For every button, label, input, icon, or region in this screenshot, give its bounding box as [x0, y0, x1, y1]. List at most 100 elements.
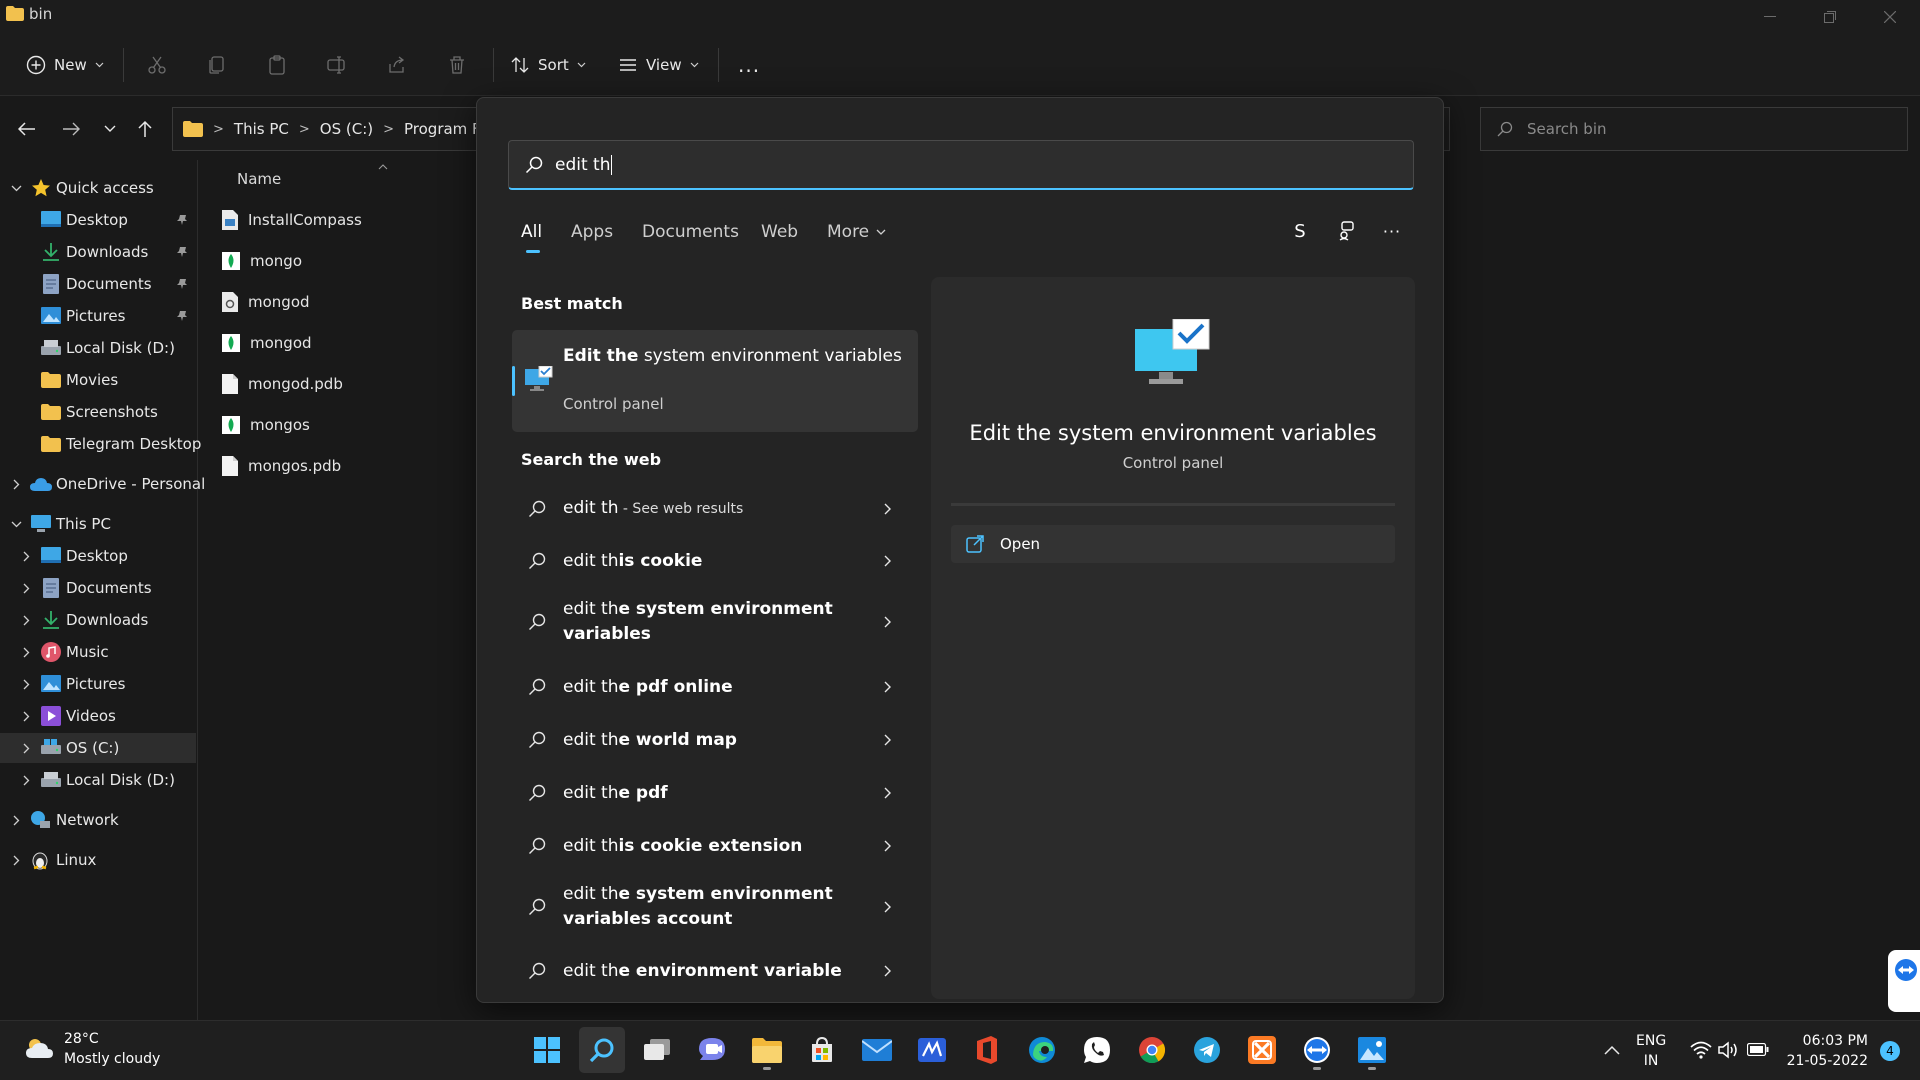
text-caret	[611, 154, 613, 175]
file-item-mongo[interactable]: mongo	[222, 246, 302, 276]
recent-locations-button[interactable]	[96, 115, 124, 143]
view-button[interactable]: View	[618, 48, 699, 82]
file-item-mongos-pdb[interactable]: mongos.pdb	[222, 451, 341, 481]
nav-linux[interactable]: Linux	[0, 845, 196, 875]
teamviewer-side-widget[interactable]	[1888, 950, 1920, 1012]
forward-button[interactable]	[57, 115, 85, 143]
file-item-installcompass[interactable]: InstallCompass	[222, 205, 362, 235]
mail-button[interactable]	[854, 1027, 900, 1073]
profile-button[interactable]: S	[1285, 216, 1315, 246]
task-view-button[interactable]	[634, 1027, 680, 1073]
nav-this-pc[interactable]: This PC	[0, 509, 196, 539]
nav-quick-local-disk-d[interactable]: Local Disk (D:)	[0, 333, 196, 363]
chrome-browser-button[interactable]	[1129, 1027, 1175, 1073]
minimize-button[interactable]	[1740, 0, 1800, 34]
whatsapp-button[interactable]	[1074, 1027, 1120, 1073]
nav-quick-access[interactable]: Quick access	[0, 173, 196, 203]
nav-pc-os-c[interactable]: OS (C:)	[0, 733, 196, 763]
breadcrumb-os-c[interactable]: OS (C:)	[320, 120, 373, 138]
web-suggestion[interactable]: edit the system environment variables	[512, 595, 918, 649]
nav-onedrive[interactable]: OneDrive - Personal	[0, 469, 205, 499]
web-suggestion[interactable]: edit the system environment variables ac…	[512, 880, 918, 934]
nav-pc-documents[interactable]: Documents	[0, 573, 196, 603]
web-suggestion[interactable]: edit this cookie extension	[512, 830, 918, 862]
nav-quick-pictures[interactable]: Pictures	[0, 301, 196, 331]
column-header-name[interactable]: Name	[237, 170, 281, 188]
file-item-mongos[interactable]: mongos	[222, 410, 310, 440]
nav-pc-local-disk-d[interactable]: Local Disk (D:)	[0, 765, 196, 795]
tab-apps[interactable]: Apps	[571, 222, 613, 242]
suggestion-text: edit the system environment variables ac…	[563, 882, 863, 932]
best-match-result[interactable]: Edit the system environment variables Co…	[512, 330, 918, 432]
nav-quick-telegram-desktop[interactable]: Telegram Desktop	[0, 429, 201, 459]
teamviewer-button[interactable]	[1294, 1027, 1340, 1073]
paste-icon[interactable]	[264, 52, 290, 78]
share-icon[interactable]	[384, 52, 410, 78]
file-item-mongod-pdb[interactable]: mongod.pdb	[222, 369, 343, 399]
edge-browser-button[interactable]	[1019, 1027, 1065, 1073]
notification-count-badge[interactable]: 4	[1880, 1041, 1900, 1061]
see-more-button[interactable]: ...	[738, 48, 760, 82]
tab-web[interactable]: Web	[761, 222, 798, 242]
tab-more[interactable]: More	[827, 222, 886, 242]
breadcrumb-this-pc[interactable]: This PC	[234, 120, 289, 138]
restore-button[interactable]	[1800, 0, 1860, 34]
window-title: bin	[29, 5, 53, 23]
nav-quick-desktop[interactable]: Desktop	[0, 205, 196, 235]
web-suggestion[interactable]: edit this cookie	[512, 545, 918, 577]
nav-quick-screenshots[interactable]: Screenshots	[0, 397, 196, 427]
sort-button[interactable]: Sort	[510, 48, 586, 82]
file-item-mongod[interactable]: mongod	[222, 328, 312, 358]
web-suggestion[interactable]: edit th - See web results	[512, 493, 918, 525]
connected-accounts-icon[interactable]	[1332, 216, 1362, 246]
file-explorer-button[interactable]	[744, 1027, 790, 1073]
clock[interactable]: 06:03 PM 21-05-2022	[1778, 1031, 1868, 1071]
nav-pc-videos[interactable]: Videos	[0, 701, 196, 731]
back-button[interactable]	[13, 115, 41, 143]
nav-pc-desktop[interactable]: Desktop	[0, 541, 196, 571]
input-language-indicator[interactable]: ENG IN	[1636, 1031, 1666, 1071]
nav-pc-music[interactable]: Music	[0, 637, 196, 667]
cut-icon[interactable]	[144, 52, 170, 78]
nav-quick-movies[interactable]: Movies	[0, 365, 196, 395]
tab-all[interactable]: All	[521, 222, 542, 242]
office-button[interactable]	[964, 1027, 1010, 1073]
tab-documents[interactable]: Documents	[642, 222, 739, 242]
battery-icon[interactable]	[1747, 1043, 1769, 1056]
copy-icon[interactable]	[204, 52, 230, 78]
web-suggestion[interactable]: edit the pdf	[512, 777, 918, 809]
volume-icon[interactable]	[1718, 1041, 1738, 1059]
nav-quick-downloads[interactable]: Downloads	[0, 237, 196, 267]
nav-network[interactable]: Network	[0, 805, 196, 835]
wifi-icon[interactable]	[1690, 1041, 1712, 1059]
teams-chat-button[interactable]	[689, 1027, 735, 1073]
more-options-button[interactable]: ···	[1377, 216, 1407, 246]
nav-pc-downloads[interactable]: Downloads	[0, 605, 196, 635]
rename-icon[interactable]	[324, 52, 350, 78]
delete-icon[interactable]	[444, 52, 470, 78]
telegram-button[interactable]	[1184, 1027, 1230, 1073]
new-button[interactable]: New	[26, 48, 104, 82]
start-button[interactable]	[524, 1027, 570, 1073]
weather-widget[interactable]: 28°C Mostly cloudy	[24, 1029, 160, 1069]
web-suggestion[interactable]: edit the world map	[512, 724, 918, 756]
edge-icon	[1028, 1036, 1056, 1064]
web-suggestion[interactable]: edit the environment variable	[512, 955, 918, 987]
open-button[interactable]: Open	[951, 525, 1395, 563]
drive-icon	[41, 340, 61, 360]
microsoft-store-button[interactable]	[799, 1027, 845, 1073]
whiteboard-app-button[interactable]	[909, 1027, 955, 1073]
search-query-input[interactable]: edit th	[508, 140, 1414, 190]
taskbar-search-button[interactable]	[579, 1027, 625, 1073]
photos-button[interactable]	[1349, 1027, 1395, 1073]
nav-pc-pictures[interactable]: Pictures	[0, 669, 196, 699]
file-item-mongod-config[interactable]: mongod	[222, 287, 310, 317]
show-hidden-icons-chevron-icon[interactable]	[1604, 1045, 1620, 1055]
desktop-icon	[41, 547, 61, 567]
up-button[interactable]	[131, 115, 159, 143]
web-suggestion[interactable]: edit the pdf online	[512, 671, 918, 703]
search-bin-input[interactable]: Search bin	[1480, 107, 1908, 151]
close-button[interactable]	[1860, 0, 1920, 34]
xampp-button[interactable]	[1239, 1027, 1285, 1073]
nav-quick-documents[interactable]: Documents	[0, 269, 196, 299]
